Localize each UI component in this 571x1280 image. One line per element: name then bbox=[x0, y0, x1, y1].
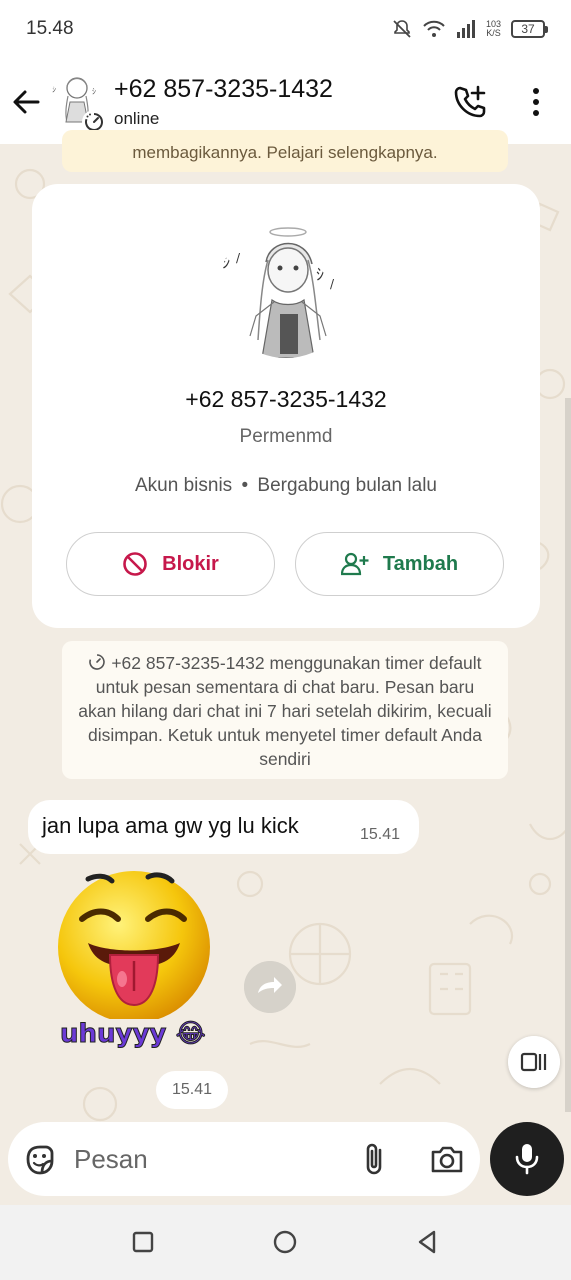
microphone-icon bbox=[515, 1144, 539, 1175]
sidebar-toggle-icon[interactable] bbox=[508, 1036, 560, 1088]
forward-icon[interactable] bbox=[244, 961, 296, 1013]
signal-icon bbox=[456, 20, 475, 38]
message-bubble[interactable]: jan lupa ama gw yg lu kick 15.41 bbox=[28, 800, 419, 854]
add-contact-label: Tambah bbox=[382, 552, 459, 575]
sticker-caption-text: uhuyyy bbox=[59, 1019, 167, 1050]
network-speed: 103 K/S bbox=[486, 20, 501, 38]
svg-text:ｼ: ｼ bbox=[316, 265, 324, 284]
sticker-icon[interactable] bbox=[22, 1141, 58, 1177]
person-add-icon bbox=[340, 552, 369, 576]
block-icon bbox=[123, 552, 147, 576]
contact-status: online bbox=[114, 109, 160, 128]
svg-text:ｼ: ｼ bbox=[92, 87, 96, 96]
home-icon[interactable] bbox=[270, 1227, 300, 1257]
sticker-time: 15.41 bbox=[156, 1071, 228, 1109]
wifi-icon bbox=[423, 20, 445, 37]
message-composer bbox=[8, 1122, 480, 1196]
profile-account-info: Akun bisnis • Bergabung bulan lalu bbox=[32, 475, 540, 497]
disappearing-messages-notice[interactable]: +62 857-3235-1432 menggunakan timer defa… bbox=[62, 641, 508, 779]
message-input[interactable] bbox=[74, 1138, 344, 1180]
laughing-face-sticker bbox=[58, 871, 210, 1023]
info-separator: • bbox=[241, 475, 249, 496]
profile-phone-number: +62 857-3235-1432 bbox=[185, 386, 387, 412]
sticker-message[interactable]: uhuyyy 😂 bbox=[48, 869, 224, 1059]
status-icons: 103 K/S 37 bbox=[392, 19, 548, 39]
sticker-caption-emoji: 😂 bbox=[175, 1019, 206, 1050]
message-time: 15.41 bbox=[360, 826, 401, 843]
voice-record-button[interactable] bbox=[490, 1122, 564, 1196]
battery-indicator: 37 bbox=[511, 20, 548, 38]
network-speed-unit: K/S bbox=[486, 28, 501, 38]
profile-display-name: Permenmd bbox=[239, 426, 333, 447]
status-time: 15.48 bbox=[26, 18, 74, 39]
status-bar: 15.48 103 K/S 37 bbox=[0, 0, 571, 58]
system-nav-bar bbox=[0, 1205, 571, 1280]
add-call-icon[interactable] bbox=[452, 84, 488, 120]
contact-name[interactable]: +62 857-3235-1432 bbox=[114, 75, 333, 104]
add-contact-button[interactable]: Tambah bbox=[295, 532, 504, 596]
profile-avatar[interactable]: ｼ / ｼ / bbox=[218, 222, 354, 358]
contact-profile-card: ｼ / ｼ / +62 857-3235-1432 Permenmd Akun … bbox=[32, 184, 540, 628]
paperclip-icon[interactable] bbox=[358, 1140, 392, 1178]
back-arrow-icon[interactable] bbox=[10, 86, 42, 118]
disappearing-timer-icon bbox=[89, 654, 106, 670]
sticker-caption: uhuyyy 😂 bbox=[59, 1019, 206, 1050]
message-text: jan lupa ama gw yg lu kick bbox=[42, 813, 299, 838]
encryption-notice[interactable]: membagikannya. Pelajari selengkapnya. bbox=[62, 130, 508, 172]
back-nav-icon[interactable] bbox=[412, 1227, 442, 1257]
disappearing-notice-text: +62 857-3235-1432 menggunakan timer defa… bbox=[78, 653, 492, 769]
block-button[interactable]: Blokir bbox=[66, 532, 275, 596]
more-vert-icon[interactable] bbox=[522, 84, 550, 120]
account-type: Akun bisnis bbox=[135, 475, 233, 496]
encryption-notice-text: membagikannya. Pelajari selengkapnya. bbox=[132, 143, 438, 162]
recents-icon[interactable] bbox=[128, 1227, 158, 1257]
camera-icon[interactable] bbox=[428, 1140, 466, 1178]
joined-date: Bergabung bulan lalu bbox=[257, 475, 437, 496]
svg-text:ｼ: ｼ bbox=[52, 85, 56, 94]
svg-text:ｼ: ｼ bbox=[222, 253, 230, 272]
block-button-label: Blokir bbox=[162, 552, 219, 575]
scrollbar[interactable] bbox=[565, 398, 571, 1112]
mute-notifications-icon bbox=[393, 20, 411, 38]
